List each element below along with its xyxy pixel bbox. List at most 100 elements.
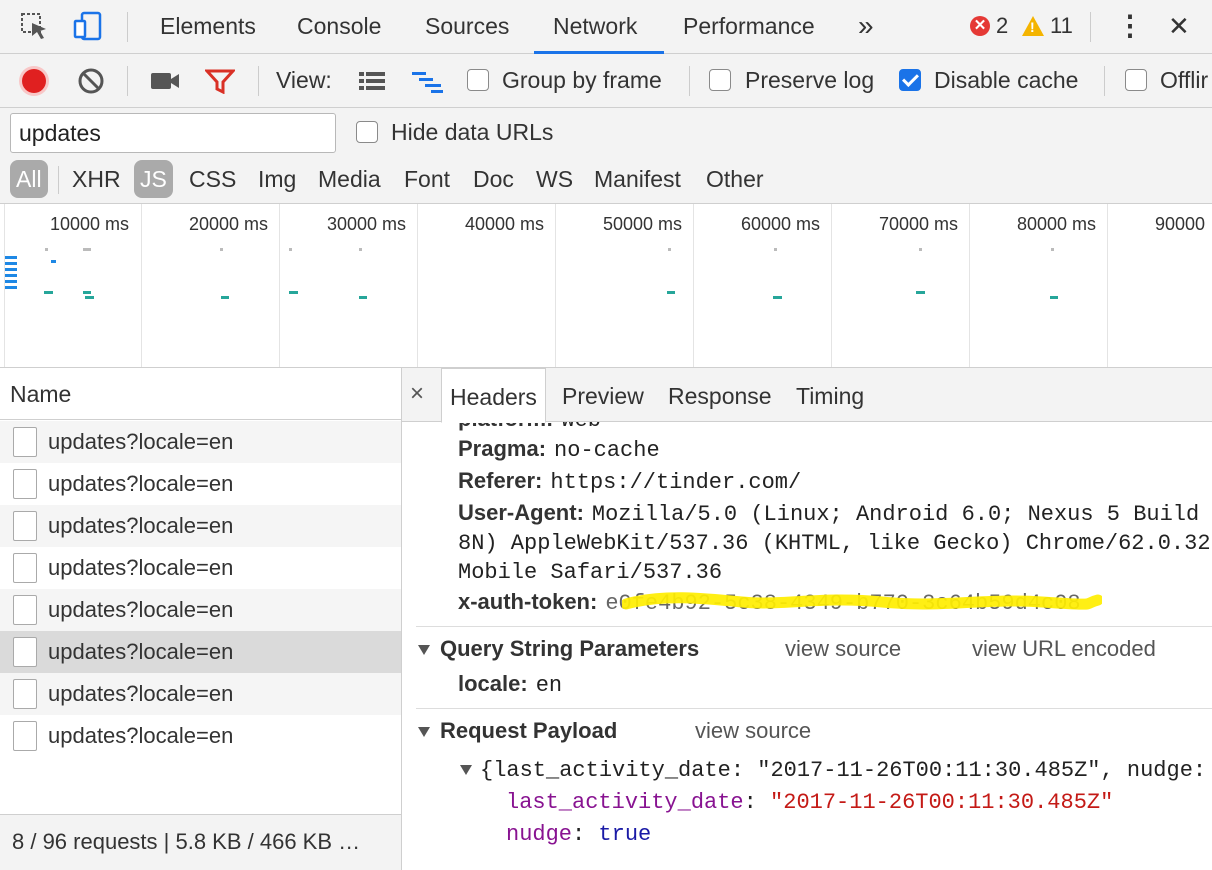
payload-key: nudge [506, 822, 573, 847]
section-title: Query String Parameters [440, 636, 700, 661]
tab-elements[interactable]: Elements [160, 0, 256, 54]
filter-icon[interactable] [202, 63, 238, 99]
request-row[interactable]: updates?locale=en [0, 715, 401, 757]
header-row-pragma: Pragma: no-cache [458, 436, 660, 463]
offline-checkbox[interactable] [1125, 69, 1147, 91]
error-count: 2 [996, 13, 1009, 38]
filter-type-css[interactable]: CSS [185, 160, 240, 198]
overview-request-mark [667, 291, 675, 294]
expand-triangle-icon [418, 727, 430, 738]
warning-badge[interactable]: ! 11 [1022, 13, 1073, 39]
overview-request-mark [5, 286, 17, 289]
error-icon: ✕ [970, 16, 990, 36]
inspect-element-icon[interactable] [16, 8, 52, 44]
more-tabs-icon[interactable]: » [858, 0, 874, 54]
hide-data-urls-checkbox[interactable] [356, 121, 378, 143]
overview-request-mark [220, 248, 223, 251]
filter-type-ws[interactable]: WS [532, 160, 577, 198]
request-row[interactable]: updates?locale=en [0, 505, 401, 547]
more-menu-icon[interactable]: ⋮ [1116, 0, 1144, 54]
close-devtools-icon[interactable]: ✕ [1168, 0, 1190, 54]
file-icon [13, 469, 37, 499]
overview-tick-label: 30000 ms [327, 214, 407, 234]
request-name: updates?locale=en [48, 471, 234, 496]
tab-performance[interactable]: Performance [683, 0, 815, 54]
section-title: Request Payload [440, 718, 618, 743]
tab-headers[interactable]: Headers [441, 368, 546, 423]
disable-cache-checkbox[interactable] [899, 69, 921, 91]
preserve-log-checkbox[interactable] [709, 69, 731, 91]
detail-tab-bar-overlay: × Headers Preview Response Timing [402, 368, 1212, 423]
request-payload-section-header[interactable]: Request Payload [418, 718, 617, 744]
overview-request-mark [83, 291, 91, 294]
overview-tick-label: 20000 ms [189, 214, 269, 234]
overview-request-mark [1050, 296, 1058, 299]
request-name: updates?locale=en [48, 681, 234, 706]
filter-type-xhr[interactable]: XHR [68, 160, 125, 198]
request-name: updates?locale=en [48, 723, 234, 748]
overview-grid-line [555, 204, 556, 367]
param-value: en [535, 673, 563, 698]
request-row-selected[interactable]: updates?locale=en [0, 631, 401, 673]
overview-request-mark [773, 296, 782, 299]
overview-tick-label: 90000 [1155, 214, 1206, 234]
header-value-continuation: 8N) AppleWebKit/537.36 (KHTML, like Geck… [458, 531, 1211, 556]
filter-type-doc[interactable]: Doc [469, 160, 518, 198]
waterfall-icon[interactable] [410, 63, 446, 99]
header-row-user-agent: User-Agent: Mozilla/5.0 (Linux; Android 6… [458, 500, 1199, 527]
filter-type-manifest[interactable]: Manifest [590, 160, 685, 198]
filter-bar: Hide data URLs All XHR JS CSS Img Media … [0, 108, 1212, 204]
overview-request-mark [5, 274, 17, 277]
header-value: https://tinder.com/ [550, 470, 802, 495]
device-toolbar-icon[interactable] [70, 8, 106, 44]
close-detail-icon[interactable]: × [410, 380, 424, 408]
tab-sources[interactable]: Sources [425, 0, 509, 54]
large-rows-icon[interactable] [354, 63, 390, 99]
filter-type-font[interactable]: Font [400, 160, 454, 198]
name-column-header[interactable]: Name [0, 368, 401, 420]
tab-network[interactable]: Network [534, 0, 664, 54]
payload-value: true [598, 822, 652, 847]
filter-divider [58, 166, 59, 194]
request-name: updates?locale=en [48, 639, 234, 664]
overview-request-mark [5, 280, 17, 283]
file-icon [13, 679, 37, 709]
filter-type-js[interactable]: JS [134, 160, 173, 198]
request-row[interactable]: updates?locale=en [0, 673, 401, 715]
group-by-frame-checkbox[interactable] [467, 69, 489, 91]
record-icon[interactable] [16, 63, 52, 99]
error-badge[interactable]: ✕ 2 [970, 13, 1008, 39]
overview-request-mark [1051, 248, 1054, 251]
query-view-source-link[interactable]: view source [785, 636, 901, 662]
overview-tick-label: 60000 ms [741, 214, 821, 234]
warning-icon: ! [1022, 16, 1044, 36]
section-divider [416, 626, 1212, 627]
overview-request-mark [919, 248, 922, 251]
tab-console[interactable]: Console [297, 0, 381, 54]
request-row[interactable]: updates?locale=en [0, 547, 401, 589]
query-string-section-header[interactable]: Query String Parameters [418, 636, 699, 662]
view-url-encoded-link[interactable]: view URL encoded [972, 636, 1156, 662]
payload-object-summary[interactable]: {last_activity_date: "2017-11-26T00:11:3… [460, 758, 1206, 783]
overview-request-mark [916, 291, 925, 294]
request-row[interactable]: updates?locale=en [0, 421, 401, 463]
tab-response[interactable]: Response [668, 368, 772, 422]
filter-type-media[interactable]: Media [314, 160, 385, 198]
request-summary-status: 8 / 96 requests | 5.8 KB / 466 KB … [0, 814, 401, 870]
network-overview[interactable]: 10000 ms 20000 ms 30000 ms 40000 ms 5000… [0, 204, 1212, 368]
overview-request-mark [83, 248, 91, 251]
tab-preview[interactable]: Preview [562, 368, 644, 422]
request-detail-pane: × Headers Preview Response Timing platfo… [402, 368, 1212, 870]
request-row[interactable]: updates?locale=en [0, 589, 401, 631]
filter-type-img[interactable]: Img [254, 160, 300, 198]
request-row[interactable]: updates?locale=en [0, 463, 401, 505]
file-icon [13, 721, 37, 751]
overview-request-mark [5, 262, 17, 265]
clear-icon[interactable] [73, 63, 109, 99]
filter-type-all[interactable]: All [10, 160, 48, 198]
filter-type-other[interactable]: Other [702, 160, 768, 198]
filter-input[interactable] [10, 113, 336, 153]
tab-timing[interactable]: Timing [796, 368, 864, 422]
screenshot-camera-icon[interactable] [147, 63, 183, 99]
payload-view-source-link[interactable]: view source [695, 718, 811, 744]
